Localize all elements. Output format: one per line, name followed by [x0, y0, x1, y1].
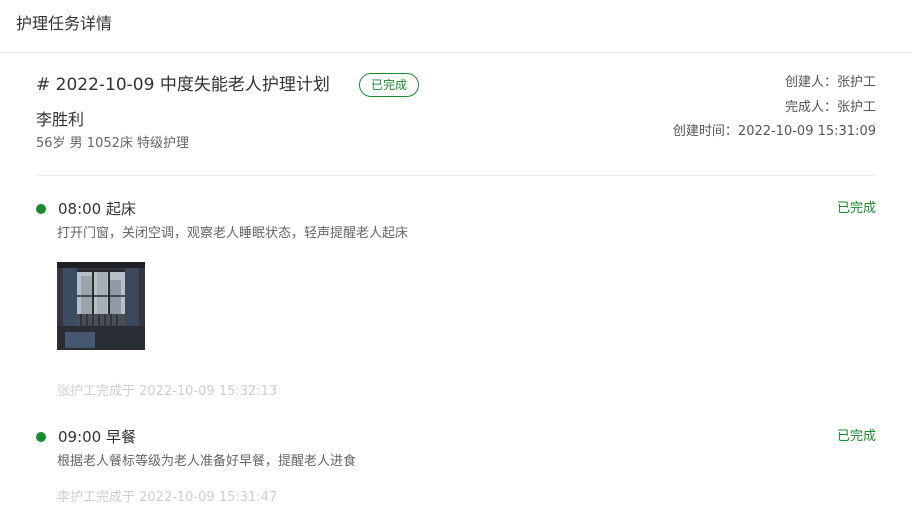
task-completion-note: 李护工完成于 2022-10-09 15:31:47 — [57, 490, 278, 505]
plan-completer: 完成人：张护工 — [784, 100, 876, 115]
plan-creator: 创建人：张护工 — [784, 75, 876, 90]
task-description: 打开门窗，关闭空调，观察老人睡眠状态，轻声提醒老人起床 — [57, 226, 409, 241]
task-time-label: 08:00 起床 — [58, 200, 136, 218]
plan-title: # 2022-10-09 中度失能老人护理计划 — [36, 75, 330, 95]
task-time-label: 09:00 早餐 — [58, 428, 136, 446]
task-status: 已完成 — [836, 429, 876, 444]
task-photo-thumbnail[interactable] — [57, 262, 145, 350]
task-description: 根据老人餐标等级为老人准备好早餐，提醒老人进食 — [57, 454, 357, 469]
elder-name: 李胜利 — [36, 110, 85, 129]
task-completion-note: 张护工完成于 2022-10-09 15:32:13 — [57, 384, 278, 399]
task-status: 已完成 — [836, 201, 876, 216]
elder-info: 56岁 男 1052床 特级护理 — [36, 136, 190, 151]
care-task-detail-page: 护理任务详情 # 2022-10-09 中度失能老人护理计划 已完成 李胜利 5… — [0, 0, 912, 522]
plan-status-badge: 已完成 — [359, 73, 420, 97]
page-title: 护理任务详情 — [16, 14, 113, 33]
page-header: 护理任务详情 — [0, 0, 912, 53]
plan-created-time: 创建时间：2022-10-09 15:31:09 — [672, 124, 876, 139]
status-dot-icon — [36, 432, 46, 442]
window-photo-icon — [57, 262, 145, 350]
status-dot-icon — [36, 204, 46, 214]
plan-summary: # 2022-10-09 中度失能老人护理计划 已完成 李胜利 56岁 男 10… — [36, 52, 876, 176]
